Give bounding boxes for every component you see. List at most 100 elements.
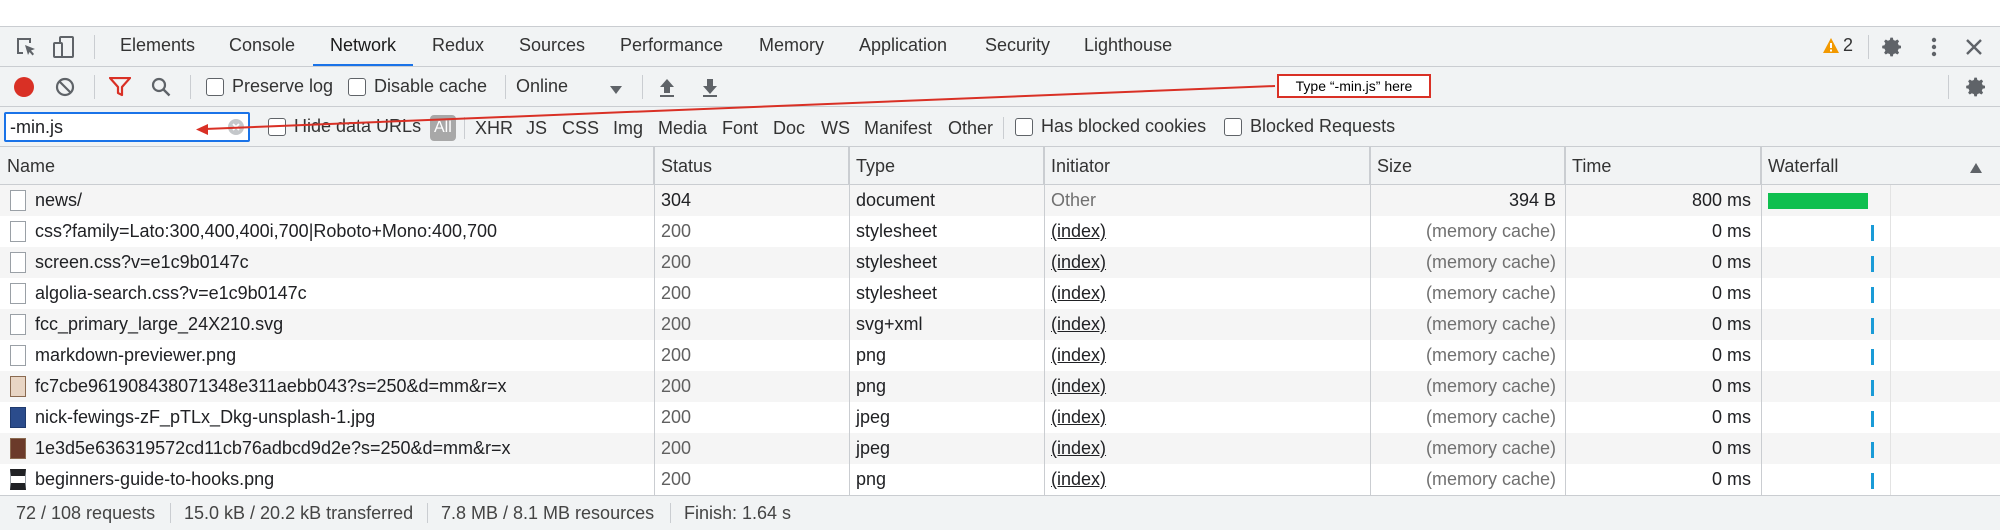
device-toolbar-icon[interactable] xyxy=(52,35,76,59)
filter-input-value[interactable]: -min.js xyxy=(10,117,63,138)
stylesheet-icon xyxy=(10,252,26,273)
table-row[interactable]: nick-fewings-zF_pTLx_Dkg-unsplash-1.jpg 2… xyxy=(0,402,2000,433)
photo-thumbnail-icon xyxy=(10,407,26,428)
disable-cache-checkbox[interactable] xyxy=(348,78,366,96)
hide-data-urls-checkbox[interactable] xyxy=(268,118,286,136)
cell-initiator[interactable]: (index) xyxy=(1044,216,1364,247)
cell-name[interactable]: css?family=Lato:300,400,400i,700|Roboto+… xyxy=(28,216,648,247)
cell-size: (memory cache) xyxy=(1425,314,1556,334)
tab-elements[interactable]: Elements xyxy=(118,27,197,66)
cell-initiator[interactable]: (index) xyxy=(1044,371,1364,402)
cell-status: 200 xyxy=(661,438,692,458)
cell-initiator[interactable]: (index) xyxy=(1044,402,1364,433)
filter-icon[interactable] xyxy=(108,76,132,97)
divider xyxy=(642,75,643,99)
type-filter-manifest[interactable]: Manifest xyxy=(864,115,932,141)
waterfall-tick xyxy=(1871,225,1874,241)
image-thumbnail-icon xyxy=(10,469,26,490)
column-header-time[interactable]: Time xyxy=(1565,147,1761,185)
cell-name[interactable]: fcc_primary_large_24X210.svg xyxy=(28,309,648,340)
table-row[interactable]: fcc_primary_large_24X210.svg 200 svg+xml (i… xyxy=(0,309,2000,340)
column-header-waterfall[interactable]: Waterfall xyxy=(1761,147,2000,185)
blocked-requests-label[interactable]: Blocked Requests xyxy=(1250,116,1395,137)
inspect-element-icon[interactable] xyxy=(14,35,38,59)
type-filter-doc[interactable]: Doc xyxy=(773,115,805,141)
export-har-icon[interactable] xyxy=(700,76,720,98)
cell-initiator[interactable]: (index) xyxy=(1044,433,1364,464)
table-row[interactable]: fc7cbe961908438071348e311aebb043?s=250&d… xyxy=(0,371,2000,402)
preserve-log-label[interactable]: Preserve log xyxy=(232,76,333,97)
column-header-name[interactable]: Name xyxy=(0,147,654,185)
table-row[interactable]: beginners-guide-to-hooks.png 200 png (index… xyxy=(0,464,2000,495)
hide-data-urls-label[interactable]: Hide data URLs xyxy=(294,116,421,137)
type-filter-other[interactable]: Other xyxy=(948,115,993,141)
cell-time: 0 ms xyxy=(1711,469,1751,489)
cell-name[interactable]: news/ xyxy=(28,185,648,216)
cell-name[interactable]: markdown-previewer.png xyxy=(28,340,648,371)
column-header-size[interactable]: Size xyxy=(1370,147,1565,185)
column-header-initiator[interactable]: Initiator xyxy=(1044,147,1370,185)
more-options-icon[interactable] xyxy=(1926,35,1942,59)
cell-initiator[interactable]: (index) xyxy=(1044,278,1364,309)
type-filter-font[interactable]: Font xyxy=(722,115,758,141)
preserve-log-checkbox[interactable] xyxy=(206,78,224,96)
type-filter-xhr[interactable]: XHR xyxy=(475,115,513,141)
cell-name[interactable]: 1e3d5e636319572cd11cb76adbcd9d2e?s=250&d… xyxy=(28,433,648,464)
table-row[interactable]: markdown-previewer.png 200 png (index) (memo… xyxy=(0,340,2000,371)
import-har-icon[interactable] xyxy=(657,76,677,98)
cell-name[interactable]: algolia-search.css?v=e1c9b0147c xyxy=(28,278,648,309)
sort-ascending-icon[interactable] xyxy=(1970,160,1982,173)
cell-name[interactable]: nick-fewings-zF_pTLx_Dkg-unsplash-1.jpg xyxy=(28,402,648,433)
type-filter-js[interactable]: JS xyxy=(526,115,547,141)
disable-cache-label[interactable]: Disable cache xyxy=(374,76,487,97)
search-icon[interactable] xyxy=(150,76,172,98)
divider xyxy=(1948,75,1949,99)
image-file-icon xyxy=(10,345,26,366)
tab-redux[interactable]: Redux xyxy=(430,27,486,66)
type-filter-css[interactable]: CSS xyxy=(562,115,599,141)
cell-name[interactable]: fc7cbe961908438071348e311aebb043?s=250&d… xyxy=(28,371,648,402)
type-filter-media[interactable]: Media xyxy=(658,115,707,141)
blocked-cookies-checkbox[interactable] xyxy=(1015,118,1033,136)
blocked-cookies-label[interactable]: Has blocked cookies xyxy=(1041,116,1206,137)
cell-initiator[interactable]: (index) xyxy=(1044,340,1364,371)
tab-memory[interactable]: Memory xyxy=(757,27,826,66)
tab-sources[interactable]: Sources xyxy=(517,27,587,66)
clear-filter-icon[interactable] xyxy=(228,119,244,135)
tab-application[interactable]: Application xyxy=(857,27,949,66)
cell-initiator[interactable]: Other xyxy=(1044,185,1364,216)
warning-icon[interactable] xyxy=(1822,37,1840,55)
record-icon[interactable] xyxy=(13,76,35,98)
close-icon[interactable] xyxy=(1964,37,1984,57)
table-row[interactable]: screen.css?v=e1c9b0147c 200 stylesheet (ind… xyxy=(0,247,2000,278)
cell-initiator[interactable]: (index) xyxy=(1044,464,1364,495)
clear-icon[interactable] xyxy=(55,77,75,97)
tab-performance[interactable]: Performance xyxy=(618,27,725,66)
table-row[interactable]: news/304 document Other 394 B 800 ms xyxy=(0,185,2000,216)
filter-input[interactable]: -min.js xyxy=(4,112,250,142)
cell-initiator[interactable]: (index) xyxy=(1044,247,1364,278)
tab-security[interactable]: Security xyxy=(983,27,1052,66)
cell-name[interactable]: screen.css?v=e1c9b0147c xyxy=(28,247,648,278)
dropdown-arrow-icon[interactable] xyxy=(609,82,623,94)
blocked-requests-checkbox[interactable] xyxy=(1224,118,1242,136)
tab-console[interactable]: Console xyxy=(227,27,297,66)
table-row[interactable]: 1e3d5e636319572cd11cb76adbcd9d2e?s=250&d… xyxy=(0,433,2000,464)
tab-lighthouse[interactable]: Lighthouse xyxy=(1082,27,1174,66)
type-filter-ws[interactable]: WS xyxy=(821,115,850,141)
cell-type: stylesheet xyxy=(856,252,938,272)
network-settings-gear-icon[interactable] xyxy=(1964,75,1988,99)
warning-count[interactable]: 2 xyxy=(1843,35,1853,56)
tab-network[interactable]: Network xyxy=(313,27,414,66)
cell-name[interactable]: beginners-guide-to-hooks.png xyxy=(28,464,648,495)
settings-gear-icon[interactable] xyxy=(1880,35,1904,59)
column-header-type[interactable]: Type xyxy=(849,147,1044,185)
cell-time: 0 ms xyxy=(1711,345,1751,365)
table-row[interactable]: css?family=Lato:300,400,400i,700|Roboto+… xyxy=(0,216,2000,247)
type-filter-all[interactable]: All xyxy=(430,115,456,141)
type-filter-img[interactable]: Img xyxy=(613,115,643,141)
column-header-status[interactable]: Status xyxy=(654,147,849,185)
cell-initiator[interactable]: (index) xyxy=(1044,309,1364,340)
table-row[interactable]: algolia-search.css?v=e1c9b0147c 200 styles… xyxy=(0,278,2000,309)
throttling-select[interactable]: Online xyxy=(516,76,568,97)
